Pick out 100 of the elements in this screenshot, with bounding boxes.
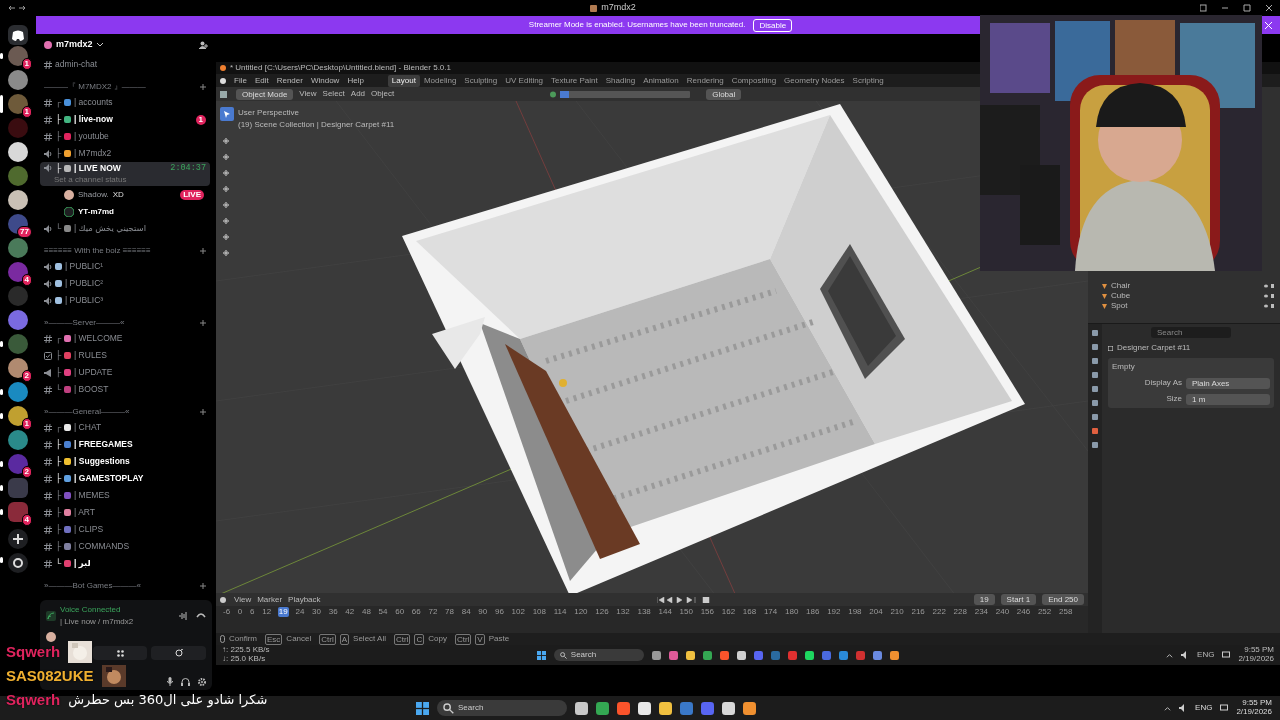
- search-field[interactable]: Search: [1151, 327, 1231, 338]
- tool-icon[interactable]: [222, 169, 230, 177]
- mode-dropdown[interactable]: Object Mode: [236, 88, 294, 100]
- workspace-tab[interactable]: Compositing: [727, 74, 781, 87]
- field-value[interactable]: 1 m: [1186, 393, 1270, 405]
- playhead[interactable]: 19: [277, 607, 289, 617]
- start-icon[interactable]: [416, 701, 430, 715]
- workspace-tab[interactable]: Layout: [387, 74, 420, 87]
- channel-item[interactable]: ┌ | WELCOME: [40, 330, 210, 347]
- category-label[interactable]: »———General———«: [44, 406, 130, 418]
- display-icon[interactable]: [1222, 651, 1231, 659]
- workspace-tab[interactable]: Animation: [639, 74, 683, 87]
- server-icon[interactable]: [8, 454, 28, 474]
- app-icon[interactable]: [638, 701, 652, 715]
- menu-item[interactable]: View: [299, 88, 317, 100]
- member-name[interactable]: Shadow.: [78, 188, 109, 201]
- panel-header[interactable]: Empty: [1112, 361, 1270, 373]
- server-icon[interactable]: [8, 70, 28, 90]
- tool-icon[interactable]: [222, 153, 230, 161]
- channel-item[interactable]: ├ | GAMESTOPLAY: [40, 470, 210, 487]
- channel-item[interactable]: ├ | LIVE NOW 2:04:37 Set a channel status: [40, 162, 210, 186]
- channel-item[interactable]: ┌ | CHAT: [40, 419, 210, 436]
- close-icon[interactable]: [1265, 21, 1272, 29]
- server-icon[interactable]: [8, 262, 28, 282]
- workspace-tab[interactable]: Modeling: [419, 74, 461, 87]
- tool-icon[interactable]: [222, 217, 230, 225]
- start-icon[interactable]: [536, 650, 546, 660]
- outliner-item[interactable]: Spot: [1102, 301, 1274, 311]
- channel-item[interactable]: ├ | live-now 1: [40, 111, 210, 128]
- channel-item[interactable]: ├ | M7mdx2: [40, 145, 210, 162]
- workspace-tab[interactable]: UV Editing: [501, 74, 548, 87]
- visibility-icon[interactable]: [1264, 294, 1274, 298]
- menu-item[interactable]: File: [234, 74, 247, 87]
- disconnect-icon[interactable]: [196, 612, 206, 618]
- category-label[interactable]: »———Bot Games———«: [44, 580, 141, 592]
- server-name[interactable]: m7mdx2: [56, 38, 93, 52]
- workspace-tab[interactable]: Shading: [601, 74, 640, 87]
- tool-icon[interactable]: [222, 137, 230, 145]
- add-server-icon[interactable]: [8, 528, 28, 549]
- settings-icon[interactable]: [198, 677, 206, 686]
- disable-button[interactable]: Disable: [753, 18, 793, 32]
- menu-item[interactable]: Playback: [288, 593, 321, 606]
- plus-icon[interactable]: [200, 583, 206, 589]
- workspace-tab[interactable]: Scripting: [848, 74, 888, 87]
- server-folder[interactable]: [8, 502, 28, 522]
- visibility-icon[interactable]: [1264, 284, 1274, 288]
- back-forward-icon[interactable]: [8, 5, 26, 11]
- menu-item[interactable]: Help: [347, 74, 364, 87]
- channel-item[interactable]: ├ | RULES: [40, 347, 210, 364]
- app-icon[interactable]: [575, 701, 589, 715]
- workspace-tab[interactable]: Texture Paint: [547, 74, 602, 87]
- channel-item[interactable]: | PUBLIC³: [40, 292, 210, 309]
- channel-item[interactable]: └ | BOOST: [40, 381, 210, 398]
- language-indicator[interactable]: ENG: [1197, 649, 1215, 661]
- workspace-tab[interactable]: Rendering: [682, 74, 728, 87]
- channel-item[interactable]: ├ | ART: [40, 504, 210, 521]
- chevron-icon[interactable]: [1166, 651, 1174, 659]
- channel-item[interactable]: ├ | UPDATE: [40, 364, 210, 381]
- orientation-dropdown[interactable]: Global: [706, 88, 742, 100]
- server-icon[interactable]: [8, 46, 28, 66]
- channel-item[interactable]: ├ | MEMES: [40, 487, 210, 504]
- plus-icon[interactable]: [200, 84, 206, 90]
- visibility-icon[interactable]: [1264, 304, 1274, 308]
- chevron-icon[interactable]: [96, 43, 103, 47]
- plus-icon[interactable]: [200, 320, 206, 326]
- search-field[interactable]: Search: [553, 649, 644, 661]
- search-field[interactable]: Search: [437, 700, 568, 716]
- plus-icon[interactable]: [200, 248, 206, 254]
- server-icon[interactable]: [8, 406, 28, 426]
- workspace-tab[interactable]: Sculpting: [460, 74, 502, 87]
- category-label[interactable]: ≡≡≡≡≡≡ With the boiz ≡≡≡≡≡≡: [44, 245, 151, 257]
- menu-item[interactable]: Edit: [254, 74, 269, 87]
- end-frame-field[interactable]: End 250: [1042, 594, 1084, 605]
- menu-item[interactable]: Add: [350, 88, 366, 100]
- app-icon[interactable]: [722, 701, 736, 715]
- discover-icon[interactable]: [8, 552, 28, 573]
- microphone-icon[interactable]: [167, 677, 173, 686]
- clock-time[interactable]: 9:55 PM: [1244, 646, 1274, 655]
- headphones-icon[interactable]: [181, 677, 190, 686]
- menu-item[interactable]: View: [234, 593, 252, 606]
- app-icon[interactable]: [659, 701, 673, 715]
- menu-item[interactable]: Render: [276, 74, 303, 87]
- discord-home-icon[interactable]: [8, 24, 28, 45]
- editor-type-icon[interactable]: [220, 90, 230, 98]
- channel-item[interactable]: ├ | youtube: [40, 128, 210, 145]
- clock-time[interactable]: 9:55 PM: [1242, 699, 1272, 708]
- field-value[interactable]: Plain Axes: [1186, 377, 1270, 389]
- noise-suppression-icon[interactable]: [179, 612, 188, 620]
- channel-item[interactable]: ├ | FREEGAMES: [40, 436, 210, 453]
- workspace-tab[interactable]: Geometry Nodes: [780, 74, 849, 87]
- soundboard-icon[interactable]: [174, 649, 183, 657]
- channel-item[interactable]: ├ | Suggestions: [40, 453, 210, 470]
- server-icon[interactable]: [8, 142, 28, 162]
- channel-item[interactable]: admin-chat: [40, 56, 210, 73]
- server-icon[interactable]: [8, 190, 28, 210]
- menu-item[interactable]: Marker: [257, 593, 283, 606]
- channel-item[interactable]: └ | لبر: [40, 555, 210, 572]
- channel-item[interactable]: ├ | CLIPS: [40, 521, 210, 538]
- language-indicator[interactable]: ENG: [1195, 702, 1213, 714]
- plus-icon[interactable]: [200, 409, 206, 415]
